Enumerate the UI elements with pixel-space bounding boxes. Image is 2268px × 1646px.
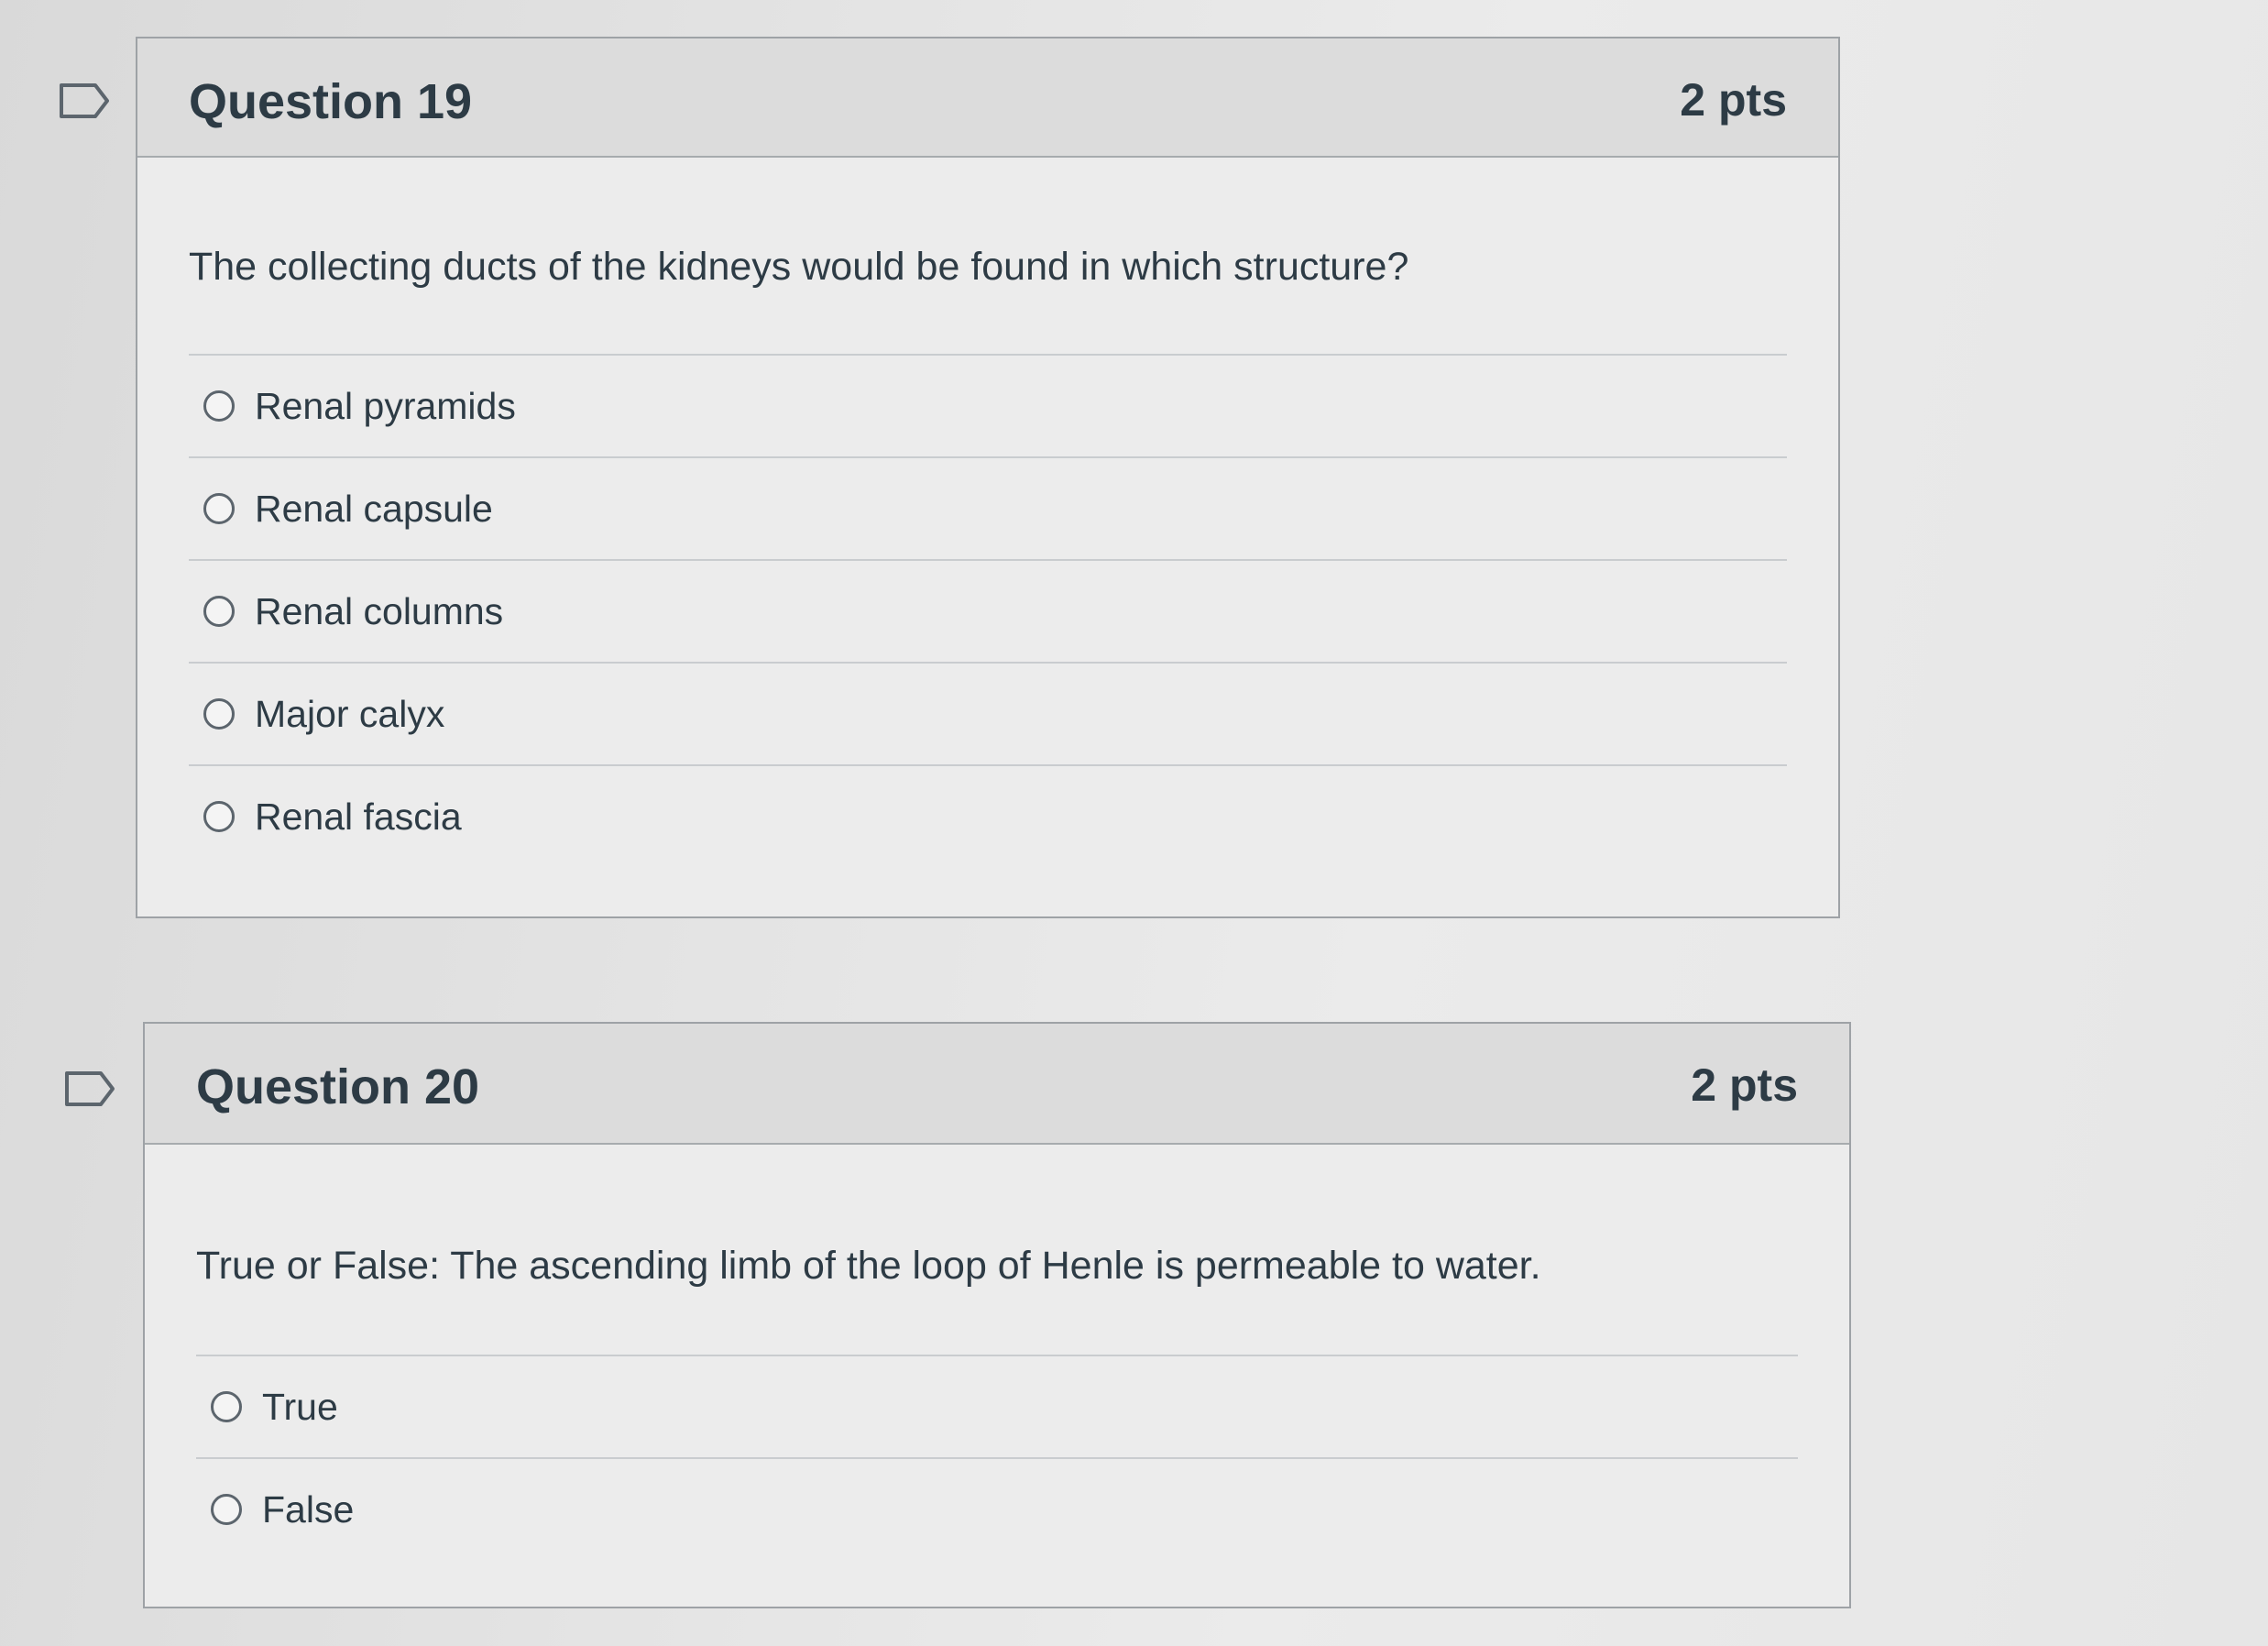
answer-option-renal-pyramids[interactable]: Renal pyramids (189, 356, 1787, 458)
question-header: Question 19 2 pts (137, 38, 1838, 158)
question-19-card: Question 19 2 pts The collecting ducts o… (136, 37, 1840, 918)
answer-option-false[interactable]: False (196, 1459, 1798, 1560)
question-points: 2 pts (1691, 1059, 1798, 1111)
question-title: Question 20 (196, 1059, 480, 1114)
answer-label: Renal capsule (255, 487, 493, 530)
radio-button[interactable] (211, 1494, 242, 1525)
flag-icon (65, 1071, 115, 1106)
radio-button[interactable] (211, 1391, 242, 1422)
answer-option-renal-fascia[interactable]: Renal fascia (189, 766, 1787, 867)
question-text: The collecting ducts of the kidneys woul… (189, 158, 1787, 356)
answer-option-renal-capsule[interactable]: Renal capsule (189, 458, 1787, 561)
question-body: The collecting ducts of the kidneys woul… (137, 158, 1838, 867)
answer-label: Major calyx (255, 692, 445, 735)
flag-question-20-icon[interactable] (64, 1070, 115, 1107)
answer-label: Renal columns (255, 589, 504, 632)
question-text: True or False: The ascending limb of the… (196, 1145, 1798, 1356)
answer-option-true[interactable]: True (196, 1356, 1798, 1459)
question-title: Question 19 (189, 74, 473, 129)
radio-button[interactable] (203, 698, 235, 730)
radio-button[interactable] (203, 493, 235, 524)
answer-list: True False (196, 1356, 1798, 1560)
radio-button[interactable] (203, 596, 235, 627)
answer-label: Renal fascia (255, 795, 462, 838)
radio-button[interactable] (203, 390, 235, 422)
answer-label: Renal pyramids (255, 384, 516, 427)
question-body: True or False: The ascending limb of the… (145, 1145, 1849, 1560)
answer-option-major-calyx[interactable]: Major calyx (189, 664, 1787, 766)
question-points: 2 pts (1680, 74, 1787, 126)
answer-label: True (262, 1385, 338, 1428)
flag-question-19-icon[interactable] (59, 82, 110, 119)
flag-icon (60, 83, 109, 118)
answer-list: Renal pyramids Renal capsule Renal colum… (189, 356, 1787, 867)
question-header: Question 20 2 pts (145, 1024, 1849, 1145)
answer-label: False (262, 1487, 355, 1531)
radio-button[interactable] (203, 801, 235, 832)
answer-option-renal-columns[interactable]: Renal columns (189, 561, 1787, 664)
question-20-card: Question 20 2 pts True or False: The asc… (143, 1022, 1851, 1608)
